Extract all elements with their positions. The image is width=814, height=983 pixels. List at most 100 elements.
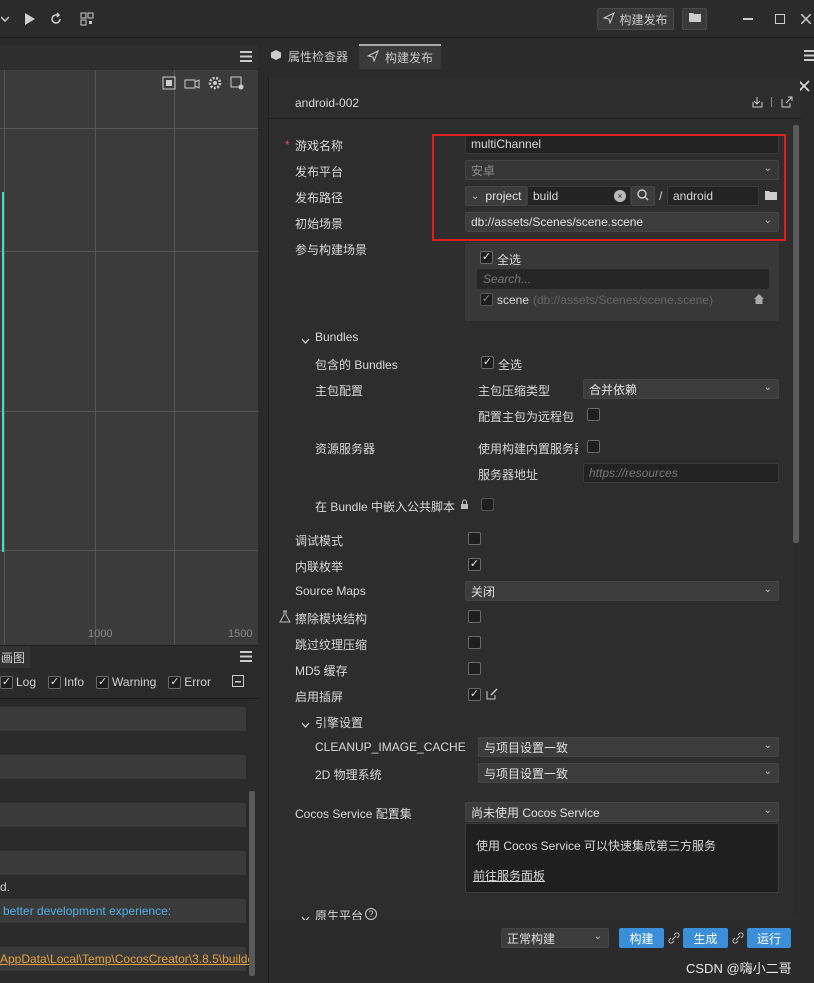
filter-info[interactable]: ✓ Info — [48, 675, 84, 689]
chevron-down-icon: ⌄ — [763, 584, 772, 595]
log-row: AppData\Local\Temp\CocosCreator\3.8.5\bu… — [0, 947, 254, 971]
log-row — [0, 707, 246, 731]
cleanup-select[interactable]: 与项目设置一致 ⌄ — [478, 737, 779, 757]
physics-select[interactable]: 与项目设置一致 ⌄ — [478, 763, 779, 783]
bundles-section-title[interactable]: Bundles — [315, 330, 358, 344]
chevron-down-icon: ⌄ — [763, 382, 772, 393]
use-builtin-server-checkbox[interactable] — [587, 440, 600, 453]
filter-warning[interactable]: ✓ Warning — [96, 675, 156, 689]
qrcode-icon[interactable] — [76, 8, 98, 30]
clear-console-icon[interactable] — [232, 675, 244, 690]
start-scene-label: 初始场景 — [295, 217, 344, 231]
help-icon[interactable]: ? — [365, 908, 377, 920]
camera-icon[interactable] — [184, 76, 200, 93]
close-window-icon[interactable] — [798, 8, 814, 30]
build-button[interactable]: 构建 — [619, 928, 664, 948]
console-filters: ✓ Log ✓ Info ✓ Warning ✓ Error — [0, 674, 211, 690]
tab-inspector-label: 属性检查器 — [288, 50, 349, 64]
debug-label: 调试模式 — [295, 534, 344, 548]
log-line: d. — [0, 880, 11, 894]
edit-icon[interactable] — [486, 688, 498, 703]
debug-checkbox[interactable] — [468, 532, 481, 545]
scene-item-checkbox[interactable]: ✓ — [480, 293, 493, 306]
chevron-down-icon[interactable] — [0, 8, 10, 30]
grid-icon[interactable] — [162, 76, 176, 93]
tab-build[interactable]: 构建发布 — [359, 44, 442, 69]
send-icon — [602, 11, 616, 27]
build-publish-button[interactable]: 构建发布 — [597, 8, 674, 30]
filter-log-label: Log — [16, 675, 37, 689]
console-scroll-thumb[interactable] — [249, 791, 255, 976]
physics-label: 2D 物理系统 — [315, 768, 382, 782]
tab-inspector[interactable]: 属性检查器 — [262, 44, 356, 69]
engine-section-title[interactable]: 引擎设置 — [315, 714, 363, 731]
main-remote-checkbox[interactable] — [587, 408, 600, 421]
skip-compress-label: 跳过纹理压缩 — [295, 638, 368, 652]
cocos-service-select[interactable]: 尚未使用 Cocos Service ⌄ — [465, 802, 779, 822]
console-scrollbar[interactable] — [249, 701, 255, 981]
log-line-path-link[interactable]: AppData\Local\Temp\CocosCreator\3.8.5\bu… — [0, 952, 254, 966]
log-line-info: better development experience: — [3, 904, 172, 918]
chevron-down-icon[interactable] — [301, 717, 310, 731]
inline-enum-checkbox[interactable]: ✓ — [468, 558, 481, 571]
source-maps-select[interactable]: 关闭 ⌄ — [465, 581, 779, 601]
path-label: 发布路径 — [295, 191, 344, 205]
refresh-icon[interactable] — [46, 8, 66, 30]
axis-label-1000: 1000 — [88, 628, 113, 640]
log-row: better development experience: — [0, 899, 246, 923]
resource-server-label: 资源服务器 — [315, 442, 376, 456]
chevron-down-icon: ⌄ — [763, 740, 772, 751]
generate-button[interactable]: 生成 — [683, 928, 728, 948]
log-row — [0, 851, 246, 875]
scene-viewport[interactable]: 1000 1500 — [0, 70, 258, 645]
filter-log[interactable]: ✓ Log — [0, 675, 36, 689]
platform-label: 发布平台 — [295, 165, 344, 179]
compress-type-select[interactable]: 合并依赖 ⌄ — [583, 379, 779, 399]
send-icon — [366, 49, 379, 65]
game-name-label: 游戏名称 — [295, 139, 344, 153]
cocos-service-tip: 使用 Cocos Service 可以快速集成第三方服务 — [476, 839, 717, 853]
cocos-service-link[interactable]: 前往服务面板 — [473, 867, 545, 884]
included-bundles-checkbox[interactable]: ✓ — [481, 356, 494, 369]
image-settings-icon[interactable] — [230, 76, 244, 93]
maximize-icon[interactable] — [772, 8, 788, 30]
erase-module-label: 擦除模块结构 — [295, 612, 368, 626]
build-scroll-thumb[interactable] — [793, 125, 799, 543]
embed-script-checkbox[interactable] — [481, 498, 494, 511]
separator — [771, 97, 772, 107]
console-tab[interactable]: 画图 — [0, 646, 30, 668]
console-tabbar: 画图 — [0, 646, 258, 668]
folder-button[interactable] — [682, 8, 707, 30]
source-maps-value: 关闭 — [471, 584, 496, 599]
watermark: CSDN @嗨小二哥 — [686, 961, 792, 976]
tab-build-label: 构建发布 — [385, 51, 434, 65]
config-name: android-002 — [295, 96, 360, 110]
physics-value: 与项目设置一致 — [484, 766, 569, 781]
scene-tools — [162, 76, 244, 93]
filter-error[interactable]: ✓ Error — [168, 675, 211, 689]
menu-icon[interactable] — [804, 50, 814, 64]
build-mode-select[interactable]: 正常构建 ⌄ — [501, 928, 609, 948]
skip-compress-checkbox[interactable] — [468, 636, 481, 649]
import-icon[interactable] — [751, 96, 763, 111]
select-all-scenes-checkbox[interactable]: ✓ — [480, 251, 493, 264]
splash-label: 启用插屏 — [295, 690, 344, 704]
minimize-icon[interactable] — [740, 8, 756, 30]
included-bundles-select-all: 全选 — [498, 358, 523, 372]
server-address-input[interactable]: https://resources — [583, 463, 779, 483]
run-button[interactable]: 运行 — [747, 928, 791, 948]
chevron-down-icon[interactable] — [301, 333, 310, 347]
splash-checkbox[interactable]: ✓ — [468, 688, 481, 701]
menu-icon[interactable] — [240, 651, 252, 665]
folder-icon — [688, 12, 702, 26]
play-icon[interactable] — [20, 8, 40, 30]
export-icon[interactable] — [781, 96, 793, 111]
scene-search-input[interactable]: Search... — [477, 269, 769, 289]
source-maps-label: Source Maps — [295, 584, 366, 598]
gear-icon[interactable] — [208, 76, 222, 93]
menu-icon[interactable] — [240, 51, 252, 65]
build-panel-scrollbar[interactable] — [792, 125, 799, 915]
console-panel: 画图 ✓ Log ✓ Info ✓ Warning ✓ Error d. better … — [0, 645, 258, 983]
md5-checkbox[interactable] — [468, 662, 481, 675]
erase-module-checkbox[interactable] — [468, 610, 481, 623]
